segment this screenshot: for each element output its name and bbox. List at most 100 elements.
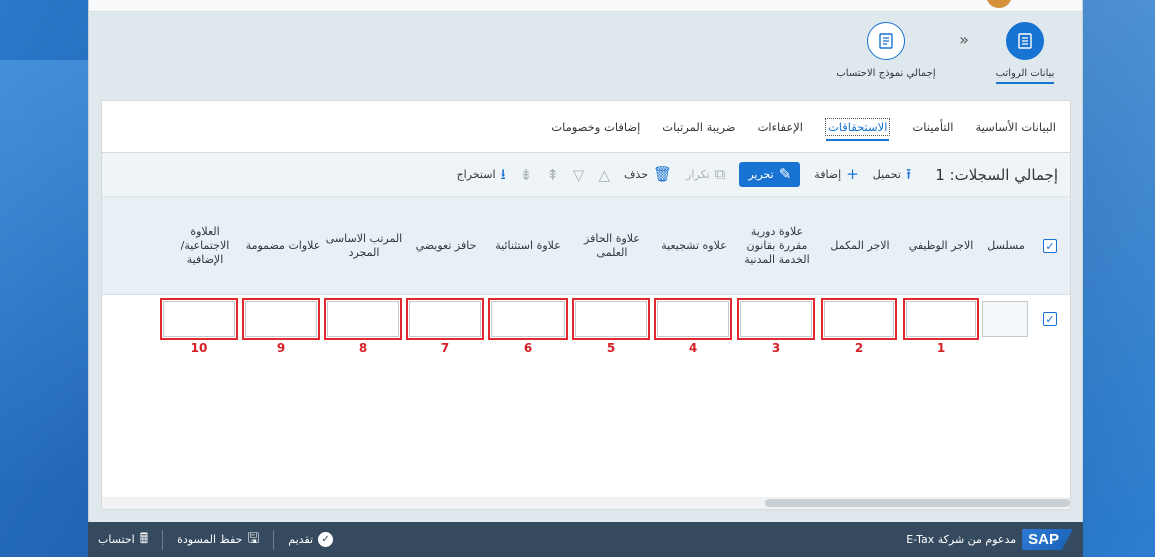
compensatory-incentive-field[interactable] <box>406 298 484 340</box>
save-draft-label: حفظ المسودة <box>177 533 243 546</box>
column-header: علاوة الحافز العلمى <box>584 232 640 259</box>
horizontal-scrollbar[interactable] <box>102 497 1070 509</box>
column-header: الاجر المكمل <box>830 239 890 253</box>
wallpaper-streak-left <box>0 60 90 480</box>
tab-insurance[interactable]: التأمينات <box>912 116 953 138</box>
field-number-label: 10 <box>190 341 208 355</box>
section-tabs: البيانات الأساسية التأمينات الاستحقاقات … <box>102 101 1070 153</box>
field-number-label: 4 <box>688 341 698 355</box>
social-allowance-field[interactable] <box>160 298 238 340</box>
export-label: استخراج <box>456 168 496 181</box>
document-icon <box>867 22 905 60</box>
field-number-label: 1 <box>936 341 946 355</box>
wizard-step-label: بيانات الرواتب <box>995 68 1055 84</box>
plus-icon: + <box>846 165 859 183</box>
column-header: علاوه تشجيعية <box>661 239 727 253</box>
entitlements-panel: البيانات الأساسية التأمينات الاستحقاقات … <box>101 100 1071 510</box>
row-checkbox[interactable]: ✓ <box>1043 312 1057 326</box>
trash-icon: 🗑 <box>653 165 673 183</box>
pencil-icon: ✎ <box>778 165 792 183</box>
exceptional-allowance-field[interactable] <box>488 298 568 340</box>
footer-bar: ✓ تقديم 🖫 حفظ المسودة 🖩 احتساب SAP مدعوم… <box>88 522 1083 557</box>
column-header: مسلسل <box>987 239 1025 253</box>
sap-logo: SAP <box>1022 529 1073 550</box>
copy-icon: ⧉ <box>714 165 726 183</box>
basic-salary-field[interactable] <box>324 298 402 340</box>
tab-salary-tax[interactable]: ضريبة المرتبات <box>662 116 735 138</box>
upload-label: تحميل <box>872 168 901 181</box>
upload-button[interactable]: ⭱ تحميل <box>873 167 911 182</box>
calculator-icon: 🖩 <box>139 530 149 547</box>
complementary-wage-field[interactable] <box>821 298 897 340</box>
records-total-count: 1 <box>935 165 945 184</box>
field-number-label: 9 <box>276 341 286 355</box>
column-header: علاوة استثنائية <box>495 239 561 253</box>
duplicate-button[interactable]: ⧉ تكرار <box>686 167 725 182</box>
add-label: إضافة <box>814 168 842 181</box>
export-button[interactable]: ⭳ استخراج <box>457 167 506 182</box>
records-total: إجمالي السجلات: 1 <box>935 166 1058 184</box>
tab-exemptions[interactable]: الإعفاءات <box>758 116 803 138</box>
wizard-separator-icon: « <box>959 30 969 49</box>
job-wage-field[interactable] <box>903 298 979 340</box>
app-window: بيانات الرواتب « إجمالي نموذج الاحتساب ا… <box>88 0 1083 522</box>
annexed-allowances-field[interactable] <box>242 298 320 340</box>
footer-branding: SAP مدعوم من شركة E-Tax <box>906 529 1073 550</box>
download-icon: ⭳ <box>500 165 506 183</box>
tab-entitlements[interactable]: الاستحقاقات <box>824 117 891 141</box>
select-all-cell: ✓ <box>1030 197 1070 295</box>
scrollbar-thumb[interactable] <box>765 499 1070 507</box>
periodic-allowance-field[interactable] <box>737 298 815 340</box>
submit-label: تقديم <box>288 533 314 546</box>
wizard-step-calculation-summary[interactable]: إجمالي نموذج الاحتساب <box>826 22 946 82</box>
footer-divider <box>162 529 164 550</box>
field-number-label: 2 <box>854 341 864 355</box>
table-toolbar: إجمالي السجلات: 1 ⭱ تحميل + إضافة ✎ تحري… <box>102 153 1070 197</box>
edit-label: تحرير <box>748 168 774 181</box>
move-down-icon[interactable]: ▽ <box>573 166 585 184</box>
calculate-button[interactable]: 🖩 احتساب <box>98 528 148 552</box>
field-number-label: 7 <box>440 341 450 355</box>
calculate-label: احتساب <box>98 533 135 546</box>
shell-header-strip <box>89 0 1082 12</box>
delete-button[interactable]: 🗑 حذف <box>624 167 672 182</box>
delete-label: حذف <box>624 168 648 181</box>
column-header: حافز تعويضي <box>415 239 477 253</box>
move-up-icon[interactable]: △ <box>598 166 610 184</box>
footer-divider <box>273 529 275 550</box>
list-icon <box>1006 22 1044 60</box>
field-number-label: 6 <box>523 341 533 355</box>
save-draft-button[interactable]: 🖫 حفظ المسودة <box>177 528 259 552</box>
save-icon: 🖫 <box>247 530 260 547</box>
field-number-label: 3 <box>771 341 781 355</box>
column-header: المرتب الاساسى المجرد <box>325 232 403 259</box>
column-header: العلاوة الاجتماعية/ الإضافية <box>180 225 230 266</box>
edit-button[interactable]: ✎ تحرير <box>739 162 801 187</box>
column-header: الاجر الوظيفي <box>908 239 974 253</box>
tab-additions-deductions[interactable]: إضافات وخصومات <box>551 116 640 138</box>
wallpaper-streak-right <box>1083 0 1155 520</box>
table-header: ✓ مسلسل الاجر الوظيفي الاجر المكمل علاوة… <box>102 197 1070 295</box>
upload-icon: ⭱ <box>905 165 912 183</box>
incentive-allowance-field[interactable] <box>654 298 732 340</box>
footer-actions: ✓ تقديم 🖫 حفظ المسودة 🖩 احتساب <box>98 528 334 552</box>
add-button[interactable]: + إضافة <box>814 167 858 182</box>
move-bottom-icon[interactable]: ⇟ <box>520 166 533 184</box>
column-header: علاوة دورية مقررة بقانون الخدمة المدنية <box>744 225 810 266</box>
scientific-incentive-field[interactable] <box>572 298 650 340</box>
table-row: ✓ <box>102 297 1070 341</box>
submit-button[interactable]: ✓ تقديم <box>288 532 334 547</box>
duplicate-label: تكرار <box>686 168 710 181</box>
wizard-step-payroll-data[interactable]: بيانات الرواتب <box>982 22 1068 84</box>
select-all-checkbox[interactable]: ✓ <box>1043 239 1057 253</box>
serial-field[interactable] <box>982 301 1028 337</box>
powered-by-text: مدعوم من شركة E-Tax <box>906 533 1017 546</box>
wizard-step-label: إجمالي نموذج الاحتساب <box>836 68 936 79</box>
move-top-icon[interactable]: ⇞ <box>546 166 559 184</box>
column-header: علاوات مضمومة <box>245 239 321 253</box>
avatar[interactable] <box>986 0 1012 8</box>
wizard-navigation: بيانات الرواتب « إجمالي نموذج الاحتساب <box>826 22 1068 84</box>
tab-basic-data[interactable]: البيانات الأساسية <box>976 116 1057 138</box>
records-total-label: إجمالي السجلات: <box>949 165 1058 184</box>
field-number-label: 5 <box>606 341 616 355</box>
